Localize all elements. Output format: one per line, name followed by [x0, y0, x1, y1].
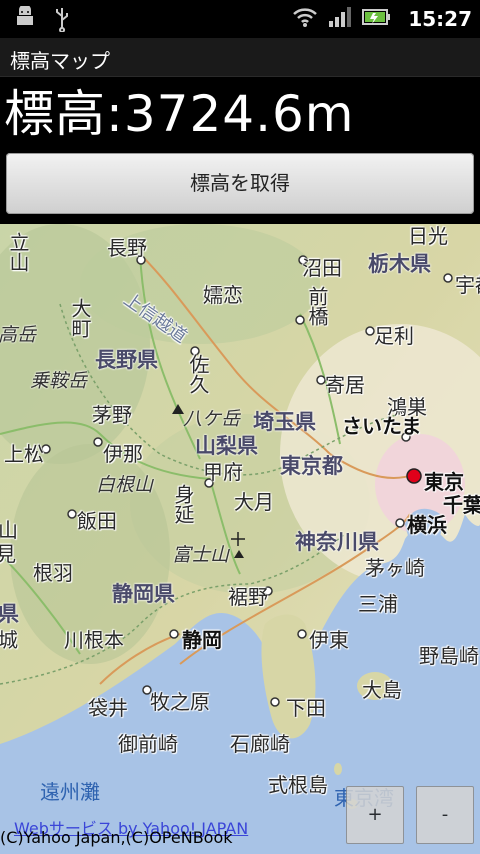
map-label-enshunada: 遠州灘 — [40, 780, 100, 804]
map-label-nikko: 日光 — [408, 224, 448, 248]
elevation-readout: 標高:3724.6m — [4, 85, 355, 143]
map-label-saitama: さいたま — [342, 414, 422, 438]
map-label-edge-city: 城 — [0, 628, 18, 652]
map-label-agematsu: 上松 — [4, 442, 44, 466]
map-label-tokyo-pref: 東京都 — [280, 454, 343, 478]
map-label-chigasaki: 茅ヶ崎 — [365, 556, 425, 580]
map-label-kawanehon: 川根本 — [64, 628, 124, 652]
map-label-irozaki: 石廊崎 — [230, 732, 290, 756]
map-label-nojimazaki: 野島崎 — [419, 644, 479, 668]
map-label-omaezaki: 御前崎 — [118, 732, 178, 756]
map-label-utsunomiya: 宇都 — [455, 273, 480, 297]
map-label-edge-pref: 県 — [0, 602, 19, 626]
map-label-miura: 三浦 — [358, 592, 398, 616]
map-label-fujisan: 富士山 — [172, 544, 230, 566]
app-title: 標高マップ — [10, 49, 110, 73]
status-bar: 15:27 — [0, 0, 480, 38]
map-label-makinohara: 牧之原 — [150, 690, 210, 714]
map-label-yorii: 寄居 — [325, 373, 365, 397]
map-label-yokohama: 横浜 — [407, 513, 447, 537]
map-label-otsuki: 大月 — [234, 490, 274, 514]
zoom-in-button[interactable]: + — [346, 786, 404, 844]
android-debug-icon — [14, 4, 36, 36]
map-label-shizuoka: 静岡 — [182, 628, 222, 652]
map-label-tsumagoi: 嬬恋 — [203, 283, 243, 307]
map-label-nagano: 長野 — [107, 236, 147, 260]
map-label-ito: 伊東 — [309, 628, 349, 652]
map-label-chiba: 千葉 — [443, 493, 480, 517]
map-label-oshima: 大島 — [362, 678, 402, 702]
map-label-kanagawa-pref: 神奈川県 — [295, 530, 379, 554]
map-label-norikura: 乗鞍岳 — [30, 370, 88, 392]
map-label-yatsugatake: 八ケ岳 — [183, 408, 241, 430]
usb-icon — [54, 6, 70, 36]
map-label-fukuroi: 袋井 — [88, 696, 128, 720]
get-elevation-button[interactable]: 標高を取得 — [6, 153, 474, 214]
map-label-saitama-pref: 埼玉県 — [253, 410, 316, 434]
map-label-shiraneyama: 白根山 — [96, 474, 154, 496]
map-label-takadake: 高岳 — [0, 324, 37, 346]
signal-icon — [328, 6, 352, 32]
map-label-saku: 佐久 — [186, 354, 210, 394]
map-view[interactable]: 長野 沼田 日光 宇都 大町 嬬恋 前橋 足利 佐久 寄居 鴻巣 茅野 さいたま… — [0, 224, 480, 854]
map-label-tochigi-pref: 栃木県 — [368, 252, 431, 276]
status-time: 15:27 — [408, 7, 472, 31]
map-label-iida: 飯田 — [77, 509, 117, 533]
map-label-maebashi: 前橋 — [305, 286, 329, 326]
map-label-edge-san: 山 — [0, 518, 18, 542]
map-label-shimoda: 下田 — [286, 696, 326, 720]
map-label-nagano-pref: 長野県 — [95, 348, 158, 372]
map-label-omachi: 大町 — [68, 298, 92, 338]
battery-icon — [362, 6, 392, 32]
map-label-numata: 沼田 — [302, 256, 342, 280]
map-label-ashikaga: 足利 — [374, 324, 414, 348]
map-copyright: (C)Yahoo Japan,(C)OPeNBook — [0, 828, 233, 847]
app-title-bar: 標高マップ — [0, 38, 480, 77]
map-label-tateyama: 立山 — [6, 232, 30, 272]
zoom-out-button[interactable]: - — [416, 786, 474, 844]
map-label-ina: 伊那 — [103, 442, 143, 466]
map-label-yamanashi-pref: 山梨県 — [195, 434, 258, 458]
map-label-minobu: 身延 — [171, 484, 195, 524]
map-label-susono: 裾野 — [228, 585, 268, 609]
map-label-kofu: 甲府 — [203, 460, 243, 484]
map-label-chino: 茅野 — [92, 403, 132, 427]
map-label-neba: 根羽 — [33, 561, 73, 585]
map-label-shizuoka-pref: 静岡県 — [112, 582, 175, 606]
map-label-shikinejima: 式根島 — [268, 773, 328, 797]
wifi-icon — [292, 6, 318, 32]
